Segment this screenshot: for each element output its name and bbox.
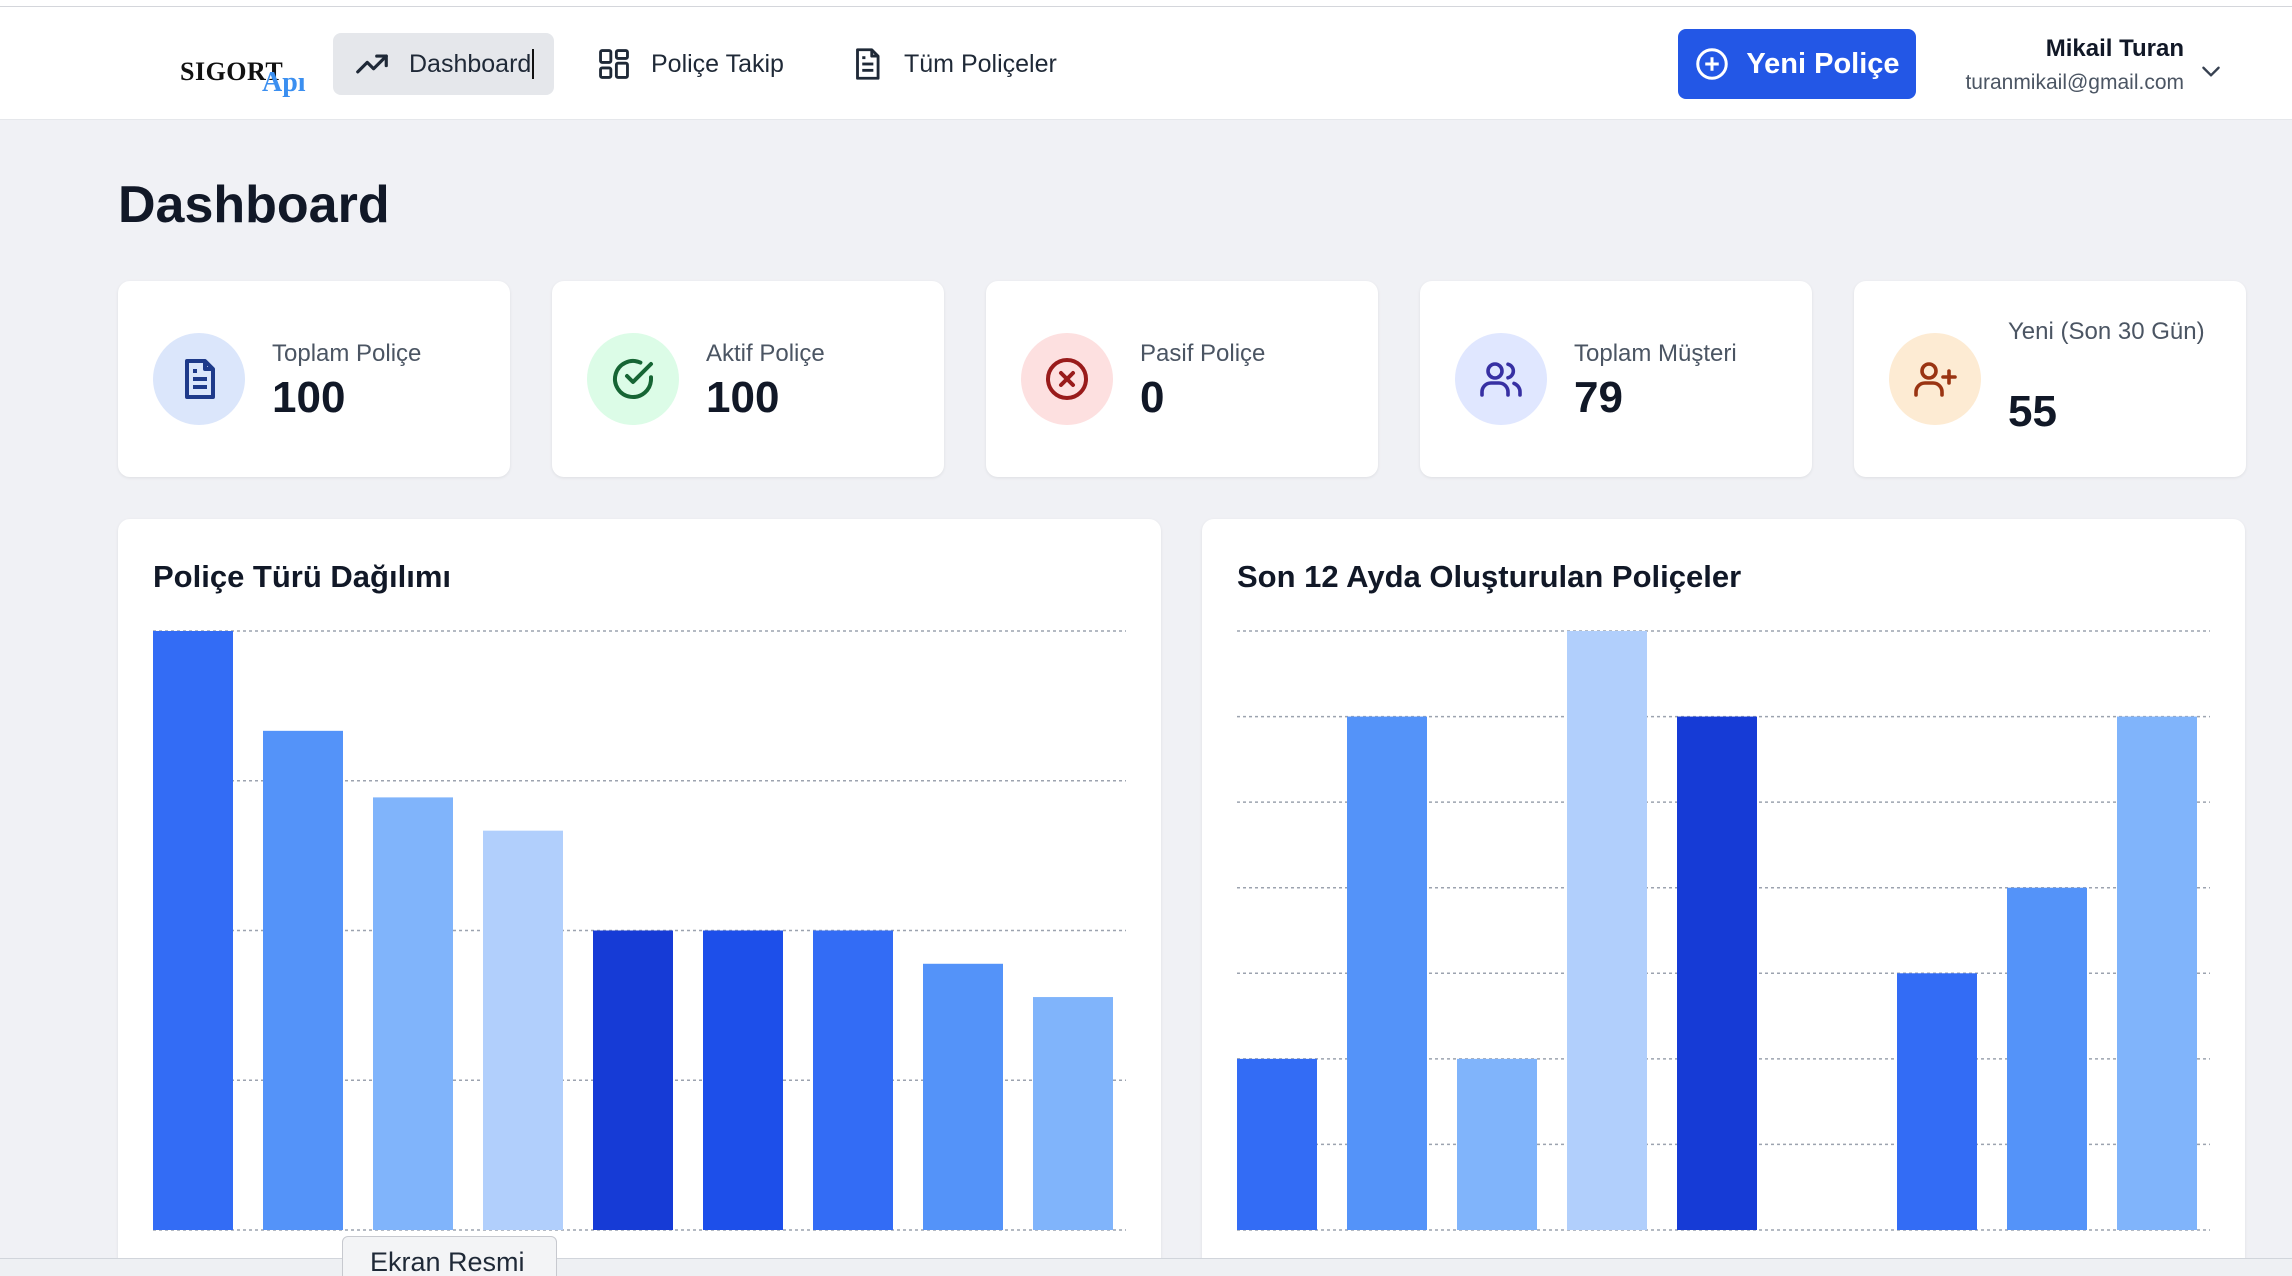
- document-icon: [185, 359, 215, 399]
- stat-label: Aktif Poliçe: [706, 340, 825, 367]
- stat-card-new-customers: Yeni (Son 30 Gün) 55: [1854, 281, 2246, 477]
- plus-circle-icon: [1696, 48, 1729, 80]
- chart-bar[interactable]: [1567, 631, 1647, 1230]
- x-circle-icon: [1046, 358, 1088, 400]
- chart-bar[interactable]: [1347, 716, 1427, 1230]
- user-email: turanmikail@gmail.com: [1965, 71, 2184, 94]
- chart-bar[interactable]: [703, 930, 783, 1231]
- chart-bar[interactable]: [2007, 887, 2087, 1230]
- stat-value: 0: [1140, 373, 1165, 422]
- grid-icon: [599, 49, 629, 79]
- nav-item-tum-policeler[interactable]: Tüm Poliçeler: [828, 33, 1077, 95]
- chart-card-monthly-policies: Son 12 Ayda Oluşturulan Poliçeler: [1202, 519, 2245, 1276]
- user-plus-icon: [1914, 362, 1957, 397]
- chart-bar[interactable]: [593, 930, 673, 1231]
- chart-bar[interactable]: [813, 930, 893, 1231]
- stat-value: 100: [706, 373, 780, 422]
- chart-bar[interactable]: [1897, 973, 1977, 1230]
- user-menu[interactable]: Mikail Turan turanmikail@gmail.com: [1965, 35, 2184, 95]
- stat-label: Toplam Poliçe: [272, 340, 422, 367]
- stat-value: 55: [2008, 387, 2057, 436]
- nav-item-label: Poliçe Takip: [651, 49, 784, 78]
- stat-value: 100: [272, 373, 346, 422]
- stat-icon-bg: [587, 333, 679, 425]
- text-cursor: [532, 49, 535, 79]
- monthly-policies-bar-chart: [1237, 630, 2210, 1231]
- brand-logo[interactable]: SIGORT Apı: [180, 47, 310, 98]
- stat-card-total-customers: Toplam Müşteri 79: [1420, 281, 1812, 477]
- chart-bar[interactable]: [373, 797, 453, 1230]
- policy-type-bar-chart: [153, 630, 1126, 1231]
- stat-card-passive-policies: Pasif Poliçe 0: [986, 281, 1378, 477]
- nav-item-police-takip[interactable]: Poliçe Takip: [575, 33, 804, 95]
- stat-card-active-policies: Aktif Poliçe 100: [552, 281, 944, 477]
- chart-bar[interactable]: [1457, 1058, 1537, 1230]
- trending-up-icon: [356, 54, 388, 74]
- nav-item-label: Dashboard: [409, 49, 532, 78]
- check-circle-icon: [613, 359, 653, 399]
- nav-item-dashboard[interactable]: Dashboard: [333, 33, 555, 95]
- chart-bar[interactable]: [263, 730, 343, 1230]
- chart-bar[interactable]: [483, 830, 563, 1230]
- chart-bar[interactable]: [923, 963, 1003, 1230]
- stat-label: Yeni (Son 30 Gün): [2008, 318, 2205, 345]
- window-top-edge: [0, 0, 2292, 7]
- document-icon: [856, 48, 880, 80]
- stat-icon-bg: [1889, 333, 1981, 425]
- user-name: Mikail Turan: [2045, 35, 2184, 62]
- page-title: Dashboard: [118, 176, 390, 234]
- stat-icon-bg: [153, 333, 245, 425]
- tooltip: Ekran Resmi: [342, 1236, 557, 1276]
- chart-bar[interactable]: [1237, 1058, 1317, 1230]
- chevron-down-icon[interactable]: [2198, 58, 2224, 84]
- chart-bar[interactable]: [2117, 716, 2197, 1230]
- logo-text-secondary: Apı: [262, 67, 306, 98]
- new-policy-label: Yeni Poliçe: [1746, 47, 1900, 80]
- new-policy-button[interactable]: Yeni Poliçe: [1678, 29, 1916, 99]
- stat-card-total-policies: Toplam Poliçe 100: [118, 281, 510, 477]
- users-icon: [1480, 362, 1522, 397]
- stat-label: Pasif Poliçe: [1140, 340, 1266, 367]
- chart-card-policy-types: Poliçe Türü Dağılımı: [118, 519, 1161, 1276]
- stat-icon-bg: [1455, 333, 1547, 425]
- chart-bar[interactable]: [1033, 997, 1113, 1230]
- chart-bar[interactable]: [153, 631, 233, 1230]
- top-navbar: SIGORT Apı Dashboard Poliçe Takip Tüm Po…: [0, 7, 2292, 120]
- chart-bar[interactable]: [1677, 716, 1757, 1230]
- stat-value: 79: [1574, 373, 1623, 422]
- stat-label: Toplam Müşteri: [1574, 340, 1737, 367]
- stat-icon-bg: [1021, 333, 1113, 425]
- nav-item-label: Tüm Poliçeler: [904, 49, 1057, 78]
